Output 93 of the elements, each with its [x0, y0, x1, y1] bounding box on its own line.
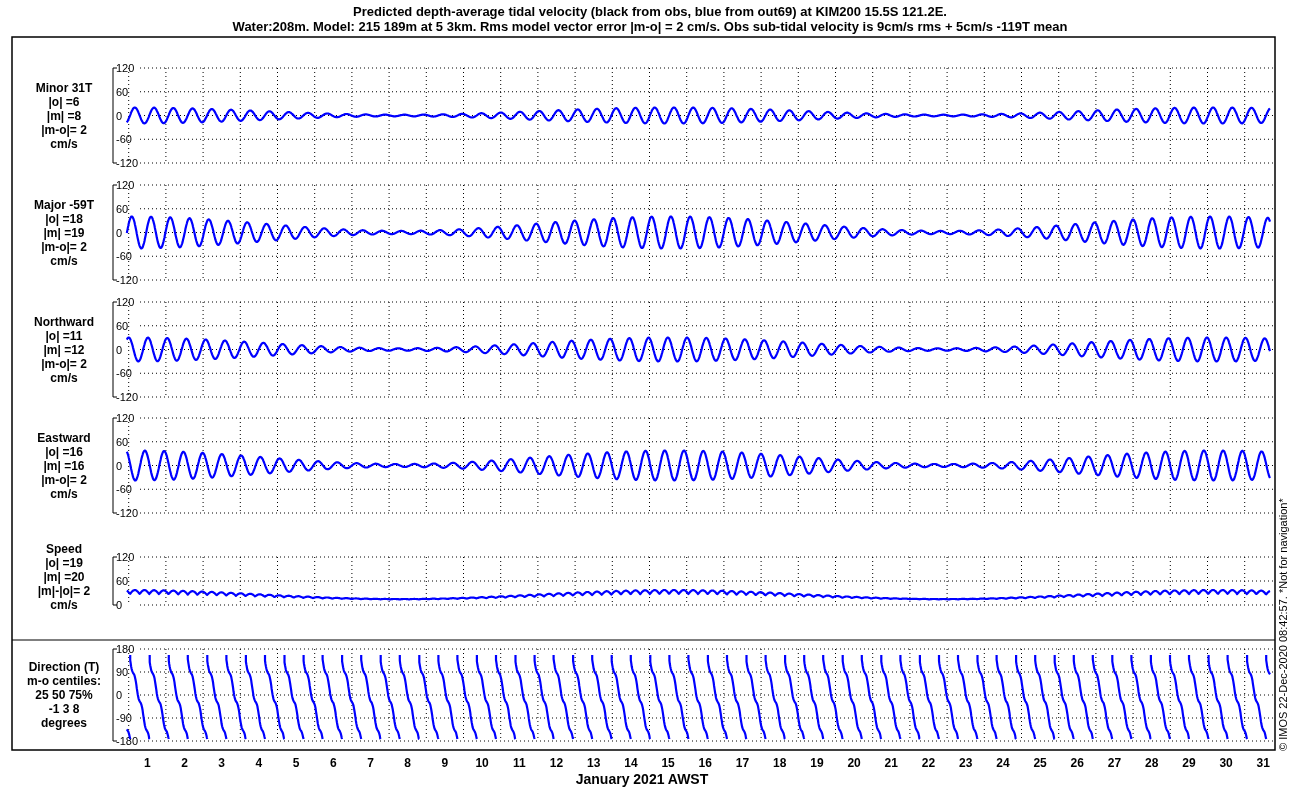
panel-label: |o| =16 — [45, 444, 83, 459]
panel-label: |m| =8 — [46, 108, 82, 123]
x-tick-label: 12 — [549, 756, 564, 770]
x-tick-label: 6 — [329, 756, 337, 770]
panel-label: cm/s — [50, 253, 78, 268]
x-tick-label: 19 — [810, 756, 824, 770]
y-tick-label: -90 — [116, 712, 132, 724]
x-tick-label: 29 — [1182, 756, 1196, 770]
panel-label: degrees — [41, 716, 87, 730]
x-tick-label: 23 — [959, 756, 973, 770]
y-tick-label: 0 — [116, 109, 123, 122]
x-tick-label: 21 — [884, 756, 898, 770]
x-tick-label: 16 — [698, 756, 712, 770]
y-tick-label: 0 — [116, 599, 123, 611]
x-tick-label: 28 — [1145, 756, 1159, 770]
panel-label: |m| =20 — [43, 570, 85, 584]
x-tick-label: 18 — [773, 756, 787, 770]
y-tick-label: 90 — [116, 666, 129, 678]
x-tick-label: 20 — [847, 756, 861, 770]
panel-label: 25 50 75% — [35, 688, 93, 702]
y-tick-label: -60 — [116, 483, 132, 496]
y-tick-label: 120 — [116, 62, 135, 74]
y-tick-label: 60 — [116, 202, 129, 215]
panel-label: |m-o|= 2 — [41, 356, 87, 371]
y-tick-label: -120 — [116, 274, 139, 286]
y-tick-label: -60 — [116, 367, 132, 380]
panel-label: Eastward — [37, 430, 91, 445]
panel-label: Direction (T) — [28, 660, 100, 674]
panel-label: |m| =16 — [43, 458, 85, 473]
x-tick-label: 31 — [1256, 756, 1270, 770]
copyright-note: © IMOS 22-Dec-2020 08:42:57. *Not for navigation* — [1277, 498, 1289, 751]
y-tick-label: 0 — [116, 459, 123, 472]
y-tick-label: -120 — [116, 507, 139, 519]
chart-title: Water:208m. Model: 215 189m at 5 3km. Rms model vector error |m-o| = 2 cm/s. Obs sub-tidal velocity is 9cm/s rms + 5cm/s -119T mean — [232, 19, 1068, 34]
x-tick-label: 5 — [292, 756, 300, 770]
x-tick-label: 17 — [735, 756, 750, 770]
panel-label: cm/s — [50, 136, 78, 151]
panel-label: cm/s — [50, 598, 78, 612]
y-tick-label: -120 — [116, 157, 139, 169]
y-tick-label: 120 — [116, 179, 135, 191]
x-tick-label: 11 — [512, 756, 526, 770]
x-tick-label: 24 — [996, 756, 1010, 770]
panel-label: |m|-|o|= 2 — [37, 584, 91, 598]
x-tick-label: 8 — [404, 756, 412, 770]
panel-label: Speed — [46, 542, 82, 556]
panel-label: m-o centiles: — [27, 674, 101, 688]
panel-label: Northward — [34, 314, 94, 329]
x-tick-label: 7 — [367, 756, 374, 770]
x-tick-label: 10 — [475, 756, 489, 770]
x-tick-label: 27 — [1107, 756, 1122, 770]
y-tick-label: 120 — [116, 296, 135, 308]
x-tick-label: 1 — [143, 756, 151, 770]
y-tick-label: 60 — [116, 575, 129, 587]
y-tick-label: 0 — [116, 343, 123, 356]
panel-label: cm/s — [50, 370, 78, 385]
x-tick-label: 14 — [624, 756, 638, 770]
panel-label: |m| =12 — [43, 342, 85, 357]
y-tick-label: 180 — [116, 643, 135, 655]
chart-title: Predicted depth-average tidal velocity (black from obs, blue from out69) at KIM200 15.5S 121.2E. — [353, 4, 947, 19]
x-tick-label: 13 — [587, 756, 601, 770]
x-tick-label: 3 — [218, 756, 226, 770]
panel-label: |o| =11 — [45, 328, 83, 343]
y-tick-label: 0 — [116, 226, 123, 239]
panel-label: |o| =19 — [45, 556, 83, 570]
y-tick-label: 60 — [116, 319, 129, 332]
panel-label: |o| =18 — [45, 211, 83, 226]
x-tick-label: 9 — [441, 756, 449, 770]
panel-label: Major -59T — [34, 197, 94, 212]
x-tick-label: 15 — [661, 756, 675, 770]
panel-label: |o| =6 — [48, 94, 80, 109]
y-tick-label: 60 — [116, 85, 129, 98]
y-tick-label: 120 — [116, 551, 135, 563]
x-tick-label: 4 — [255, 756, 263, 770]
panel-label: |m-o|= 2 — [41, 239, 87, 254]
y-tick-label: -180 — [116, 735, 139, 747]
x-tick-label: 30 — [1219, 756, 1233, 770]
panel-label: |m| =19 — [43, 225, 85, 240]
panel-label: cm/s — [50, 486, 78, 501]
panel-label: |m-o|= 2 — [41, 122, 87, 137]
x-tick-label: 26 — [1070, 756, 1084, 770]
y-tick-label: 0 — [116, 689, 123, 701]
y-tick-label: 120 — [116, 412, 135, 424]
panel-label: -1 3 8 — [48, 702, 80, 716]
y-tick-label: 60 — [116, 435, 129, 448]
y-tick-label: -120 — [116, 391, 139, 403]
y-tick-label: -60 — [116, 133, 132, 146]
panel-label: |m-o|= 2 — [41, 472, 87, 487]
x-tick-label: 25 — [1033, 756, 1047, 770]
x-axis-title: January 2021 AWST — [575, 771, 709, 787]
y-tick-label: -60 — [116, 250, 132, 263]
panel-label: Minor 31T — [35, 80, 93, 95]
x-tick-label: 2 — [181, 756, 188, 770]
x-tick-label: 22 — [921, 756, 936, 770]
